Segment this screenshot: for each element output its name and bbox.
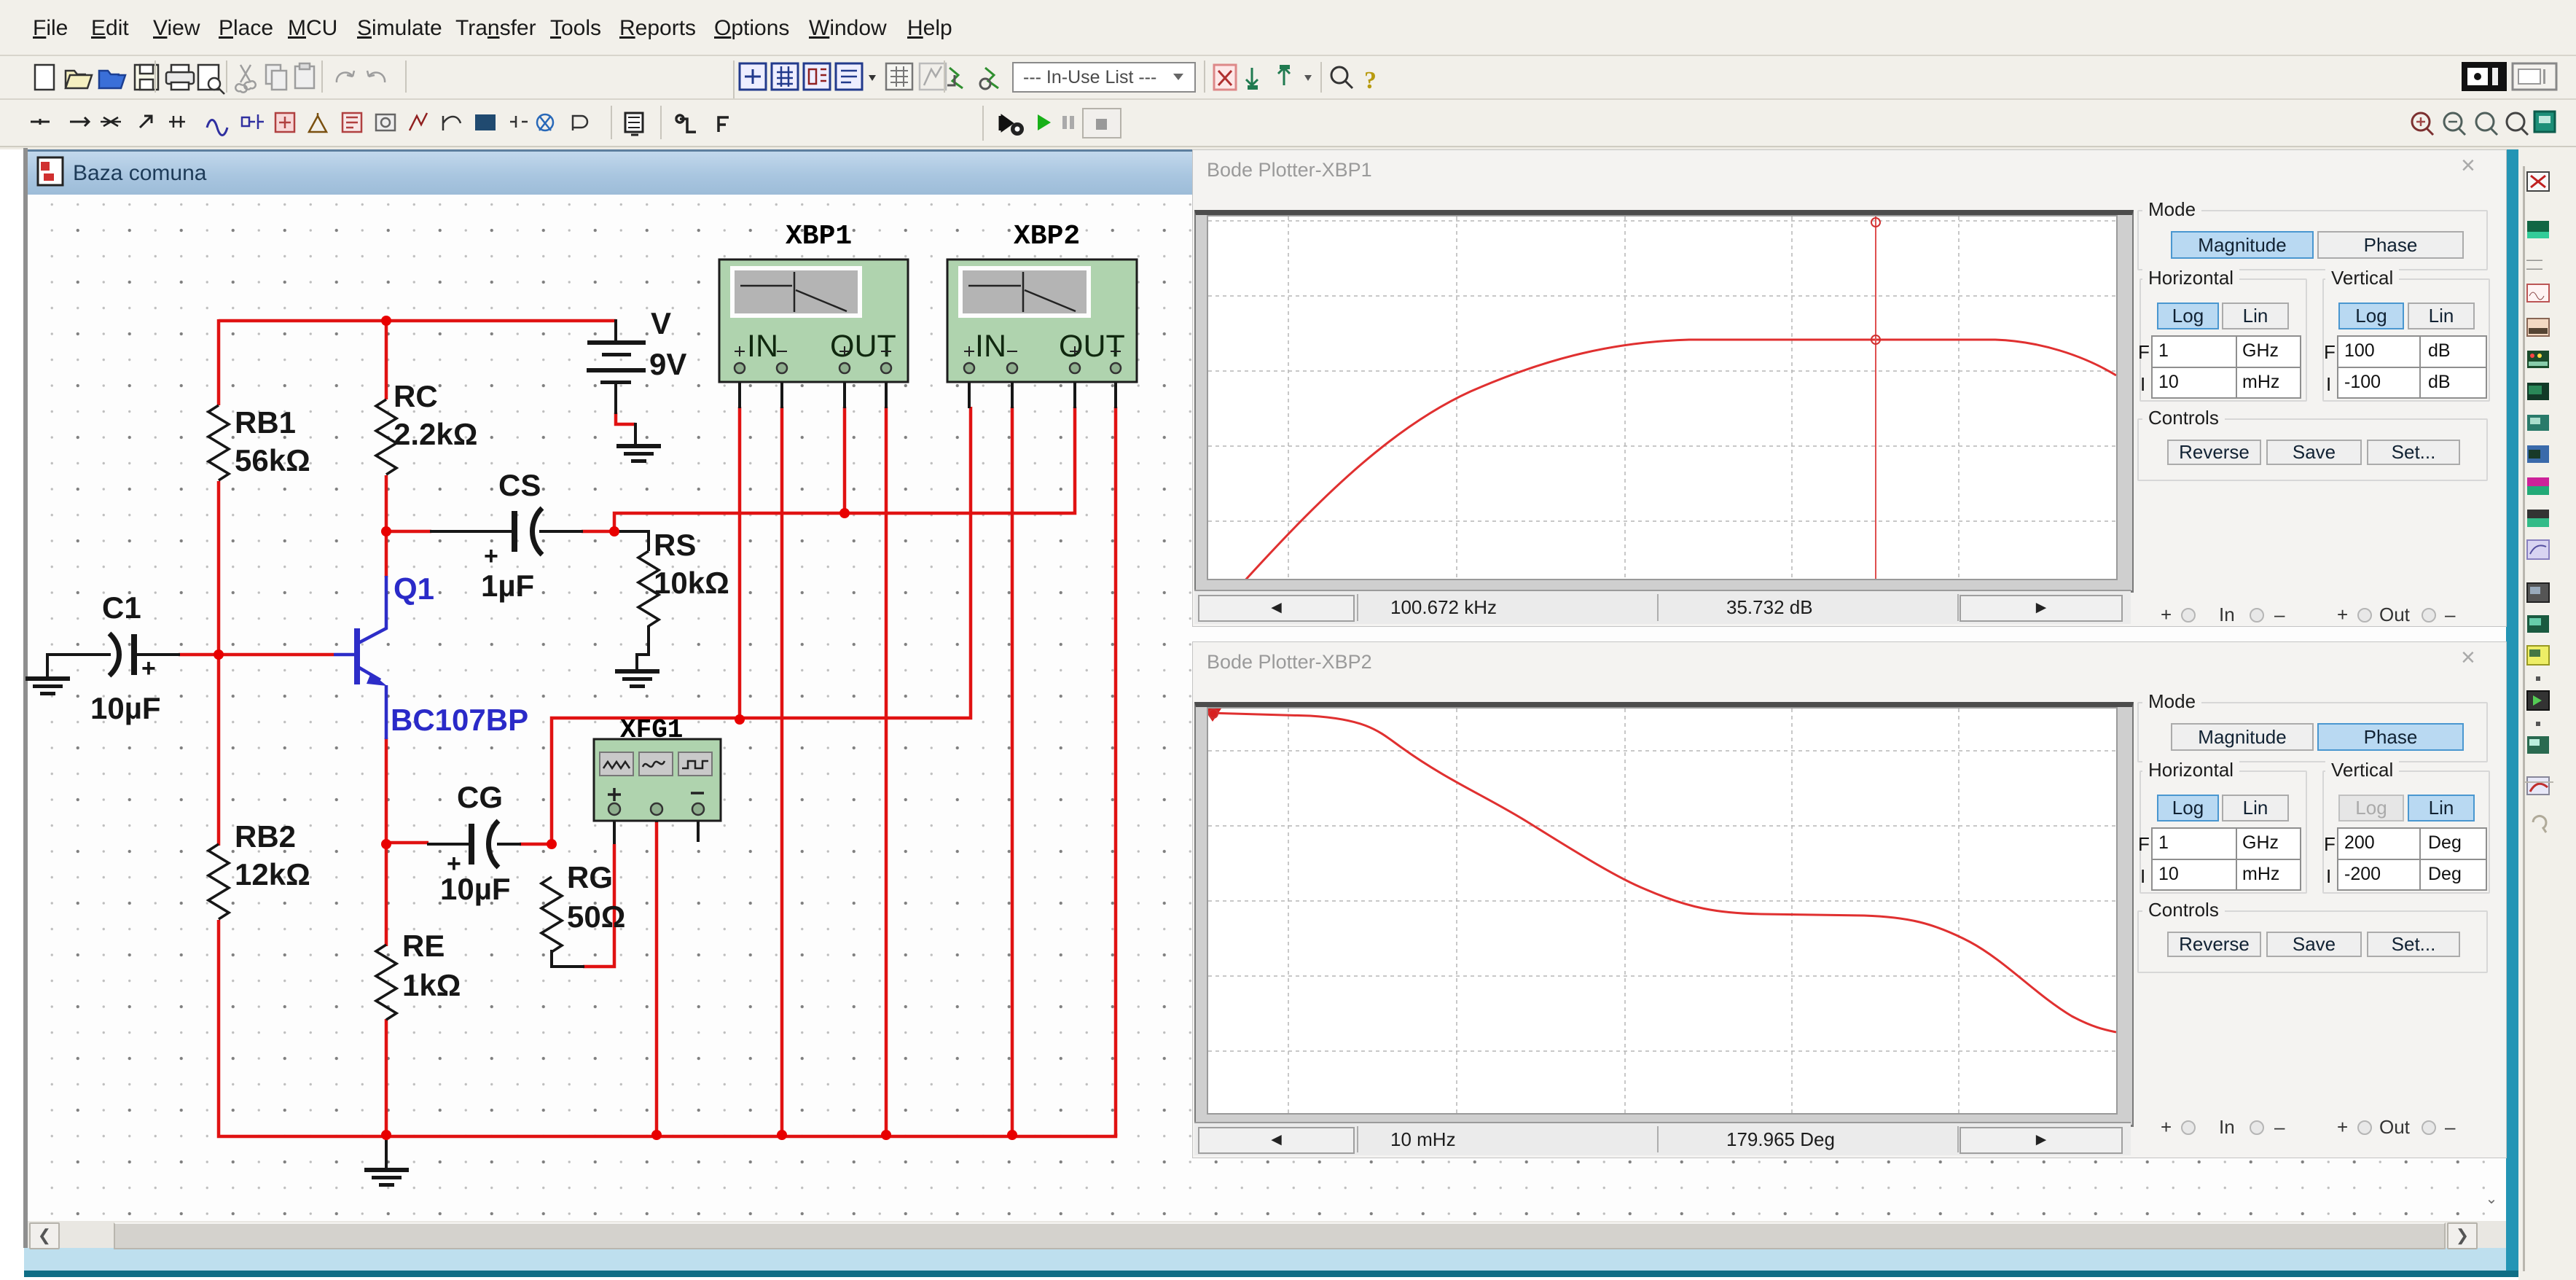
svg-text:CG: CG <box>457 780 503 814</box>
svg-text:RB1: RB1 <box>235 405 296 440</box>
svg-text:10µF: 10µF <box>90 691 161 725</box>
svg-text:XBP1: XBP1 <box>786 221 852 252</box>
svg-text:BC107BP: BC107BP <box>391 703 528 737</box>
svg-text:RB2: RB2 <box>235 819 296 854</box>
svg-text:RS: RS <box>654 528 696 562</box>
svg-text:V: V <box>651 306 671 340</box>
svg-text:Q1: Q1 <box>394 571 434 606</box>
svg-text:C1: C1 <box>102 590 141 625</box>
svg-text:XBP2: XBP2 <box>1014 221 1080 252</box>
svg-text:RE: RE <box>402 929 445 963</box>
svg-text:2.2kΩ: 2.2kΩ <box>394 417 477 451</box>
svg-text:——: —— <box>2526 265 2542 273</box>
svg-text:Baza comuna: Baza comuna <box>73 161 207 185</box>
svg-text:12kΩ: 12kΩ <box>235 857 310 891</box>
svg-text:50Ω: 50Ω <box>567 899 625 934</box>
svg-text:+: + <box>447 850 461 878</box>
svg-text:CS: CS <box>498 468 541 502</box>
svg-text:+: + <box>484 542 498 570</box>
svg-text:XFG1: XFG1 <box>620 715 683 745</box>
svg-text:--- In-Use List ---: --- In-Use List --- <box>1023 67 1156 87</box>
svg-text:RC: RC <box>394 379 438 413</box>
svg-text:IN: IN <box>747 329 778 364</box>
svg-text:OUT: OUT <box>1059 329 1125 364</box>
svg-text:RG: RG <box>567 860 613 894</box>
svg-text:10kΩ: 10kΩ <box>654 566 729 600</box>
svg-text:IN: IN <box>975 329 1006 364</box>
svg-text:OUT: OUT <box>830 329 896 364</box>
svg-text:9V: 9V <box>649 347 686 381</box>
svg-text:——: —— <box>2526 256 2542 265</box>
svg-text:?: ? <box>1364 67 1377 94</box>
svg-text:+: + <box>141 655 156 682</box>
svg-text:56kΩ: 56kΩ <box>235 443 310 477</box>
svg-text:1kΩ: 1kΩ <box>402 968 461 1002</box>
svg-text:1µF: 1µF <box>481 569 534 603</box>
